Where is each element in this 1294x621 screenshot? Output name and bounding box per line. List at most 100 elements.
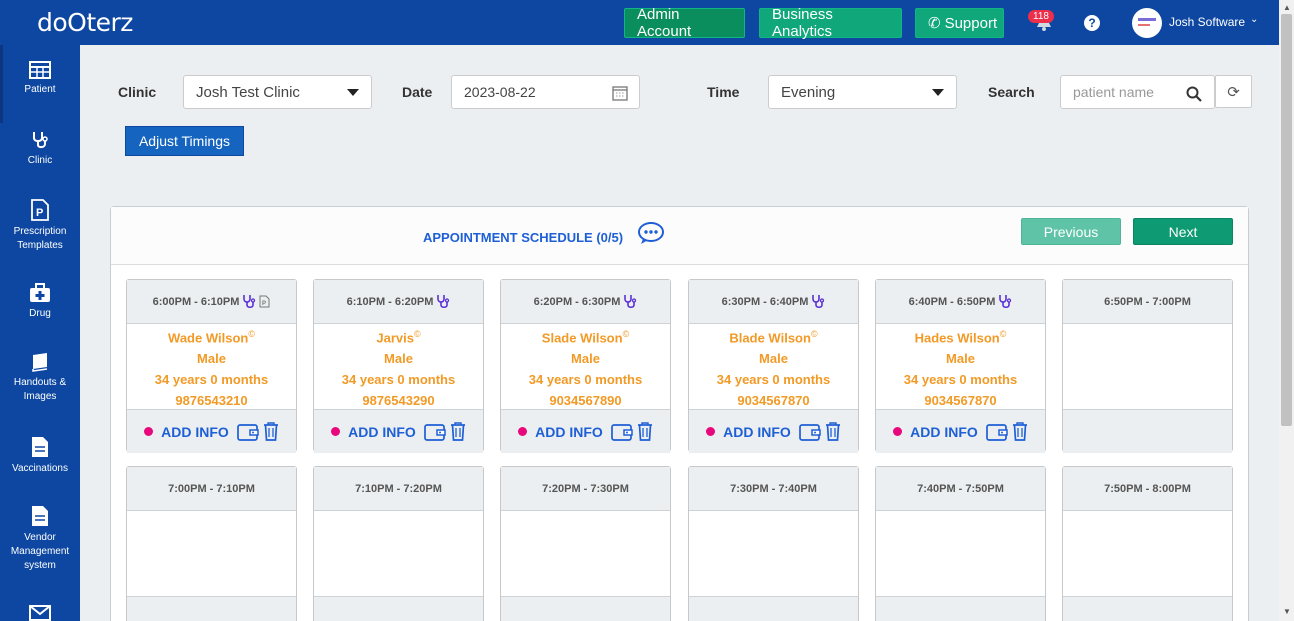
next-button[interactable]: Next — [1133, 218, 1233, 245]
wallet-icon[interactable] — [985, 423, 1008, 441]
sidebar-item-vendor-management[interactable]: Vendor Management system — [0, 505, 80, 573]
sidebar-item-prescription-templates[interactable]: P Prescription Templates — [0, 199, 80, 253]
calendar-icon[interactable] — [612, 85, 628, 101]
search-placeholder: patient name — [1073, 84, 1154, 100]
appointment-slot[interactable]: 6:10PM - 6:20PM Jarvis© Male 34 years 0 … — [313, 279, 484, 453]
scroll-up-arrow[interactable]: ▲ — [1283, 3, 1291, 12]
previous-button[interactable]: Previous — [1021, 218, 1121, 245]
chevron-down-icon[interactable]: ⌄ — [1250, 14, 1258, 25]
wallet-icon[interactable] — [236, 423, 259, 441]
patient-info[interactable]: Blade Wilson© Male 34 years 0 months 903… — [689, 324, 858, 409]
patient-info[interactable]: Hades Wilson© Male 34 years 0 months 903… — [876, 324, 1045, 409]
patient-age: 34 years 0 months — [903, 372, 1018, 388]
admin-account-button[interactable]: Admin Account — [624, 6, 745, 40]
support-button[interactable]: ✆ Support — [915, 8, 1004, 38]
trash-icon[interactable] — [263, 422, 279, 441]
search-icon[interactable] — [1186, 86, 1202, 102]
slot-header: 7:40PM - 7:50PM — [876, 467, 1045, 511]
copyright-icon: © — [810, 329, 818, 339]
sidebar-item-clinic[interactable]: Clinic — [0, 130, 80, 168]
svg-text:P: P — [262, 301, 266, 307]
slot-footer: ADD INFO — [689, 409, 858, 453]
appointment-slot-empty[interactable]: 7:40PM - 7:50PM — [875, 466, 1046, 621]
slot-time: 6:50PM - 7:00PM — [1104, 295, 1191, 308]
patient-name[interactable]: Hades Wilson — [915, 330, 1000, 345]
appointment-slot-empty[interactable]: 6:50PM - 7:00PM — [1062, 279, 1233, 453]
appointment-slot-empty[interactable]: 7:20PM - 7:30PM — [500, 466, 671, 621]
slot-footer: ADD INFO — [127, 409, 296, 453]
business-analytics-button[interactable]: Business Analytics — [759, 6, 902, 40]
wallet-icon[interactable] — [798, 423, 821, 441]
slot-header: 6:40PM - 6:50PM — [876, 280, 1045, 324]
scroll-thumb[interactable] — [1281, 14, 1292, 426]
book-icon — [32, 353, 48, 372]
appointment-schedule-panel: APPOINTMENT SCHEDULE (0/5) Previous Next… — [110, 206, 1249, 621]
patient-name[interactable]: Wade Wilson — [168, 330, 248, 345]
patient-name[interactable]: Jarvis — [376, 330, 414, 345]
time-select[interactable]: Evening — [768, 75, 957, 109]
appointment-slot-empty[interactable]: 7:30PM - 7:40PM — [688, 466, 859, 621]
patient-info[interactable]: Slade Wilson© Male 34 years 0 months 903… — [501, 324, 670, 409]
medkit-icon — [30, 283, 50, 302]
stethoscope-icon[interactable] — [623, 294, 637, 309]
trash-icon[interactable] — [825, 422, 841, 441]
stethoscope-icon[interactable] — [998, 294, 1012, 309]
trash-icon[interactable] — [450, 422, 466, 441]
app-logo[interactable]: doOterz — [37, 8, 133, 37]
avatar[interactable] — [1132, 8, 1162, 38]
support-label: Support — [944, 14, 998, 32]
sidebar-item-drug[interactable]: Drug — [0, 283, 80, 321]
slot-time: 7:40PM - 7:50PM — [917, 482, 1004, 495]
patient-info[interactable]: Wade Wilson© Male 34 years 0 months 9876… — [127, 324, 296, 409]
add-info-link[interactable]: ADD INFO — [161, 424, 229, 440]
add-info-link[interactable]: ADD INFO — [723, 424, 791, 440]
patient-age: 34 years 0 months — [341, 372, 456, 388]
copyright-icon: © — [248, 329, 255, 339]
refresh-icon[interactable]: ⟳ — [1215, 75, 1252, 108]
search-label: Search — [988, 84, 1035, 100]
appointment-slot[interactable]: 6:00PM - 6:10PM P Wade Wilson© Male 34 y… — [126, 279, 297, 453]
slot-time: 7:10PM - 7:20PM — [355, 482, 442, 495]
page-scrollbar[interactable]: ▲ ▼ — [1279, 0, 1294, 621]
add-info-link[interactable]: ADD INFO — [910, 424, 978, 440]
trash-icon[interactable] — [1012, 422, 1028, 441]
appointment-slot[interactable]: 6:20PM - 6:30PM Slade Wilson© Male 34 ye… — [500, 279, 671, 453]
appointment-slot-empty[interactable]: 7:00PM - 7:10PM — [126, 466, 297, 621]
stethoscope-icon[interactable] — [811, 294, 825, 309]
top-bar: doOterz Admin Account Business Analytics… — [0, 0, 1279, 45]
slot-footer — [1063, 596, 1232, 621]
patient-name[interactable]: Blade Wilson — [729, 330, 811, 345]
appointment-slot[interactable]: 6:40PM - 6:50PM Hades Wilson© Male 34 ye… — [875, 279, 1046, 453]
add-info-link[interactable]: ADD INFO — [535, 424, 603, 440]
scroll-down-arrow[interactable]: ▼ — [1283, 607, 1291, 616]
wallet-icon[interactable] — [610, 423, 633, 441]
status-dot — [518, 427, 528, 436]
stethoscope-icon[interactable] — [436, 294, 450, 309]
user-name[interactable]: Josh Software — [1169, 15, 1245, 29]
slot-header: 6:20PM - 6:30PM — [501, 280, 670, 324]
adjust-timings-button[interactable]: Adjust Timings — [125, 126, 244, 156]
patient-info[interactable]: Jarvis© Male 34 years 0 months 987654329… — [314, 324, 483, 409]
document-icon — [32, 506, 48, 526]
patient-name[interactable]: Slade Wilson — [542, 330, 623, 345]
sidebar-item-handouts[interactable]: Handouts & Images — [0, 352, 80, 404]
date-input[interactable]: 2023-08-22 — [451, 75, 640, 109]
document-icon — [32, 437, 48, 457]
slot-footer: ADD INFO — [314, 409, 483, 453]
clinic-select[interactable]: Josh Test Clinic — [183, 75, 372, 109]
trash-icon[interactable] — [637, 422, 653, 441]
sidebar-item-messages[interactable] — [0, 605, 80, 621]
chat-icon[interactable] — [637, 221, 665, 245]
help-icon[interactable]: ? — [1084, 15, 1100, 31]
slot-time: 7:00PM - 7:10PM — [168, 482, 255, 495]
add-info-link[interactable]: ADD INFO — [348, 424, 416, 440]
stethoscope-icon[interactable] — [242, 294, 256, 309]
prescription-file-icon[interactable]: P — [259, 295, 270, 308]
sidebar-item-vaccinations[interactable]: Vaccinations — [0, 436, 80, 476]
wallet-icon[interactable] — [423, 423, 446, 441]
appointment-slot[interactable]: 6:30PM - 6:40PM Blade Wilson© Male 34 ye… — [688, 279, 859, 453]
search-input[interactable]: patient name — [1060, 75, 1215, 109]
appointment-slot-empty[interactable]: 7:10PM - 7:20PM — [313, 466, 484, 621]
sidebar-item-patient[interactable]: Patient — [0, 61, 80, 97]
appointment-slot-empty[interactable]: 7:50PM - 8:00PM — [1062, 466, 1233, 621]
